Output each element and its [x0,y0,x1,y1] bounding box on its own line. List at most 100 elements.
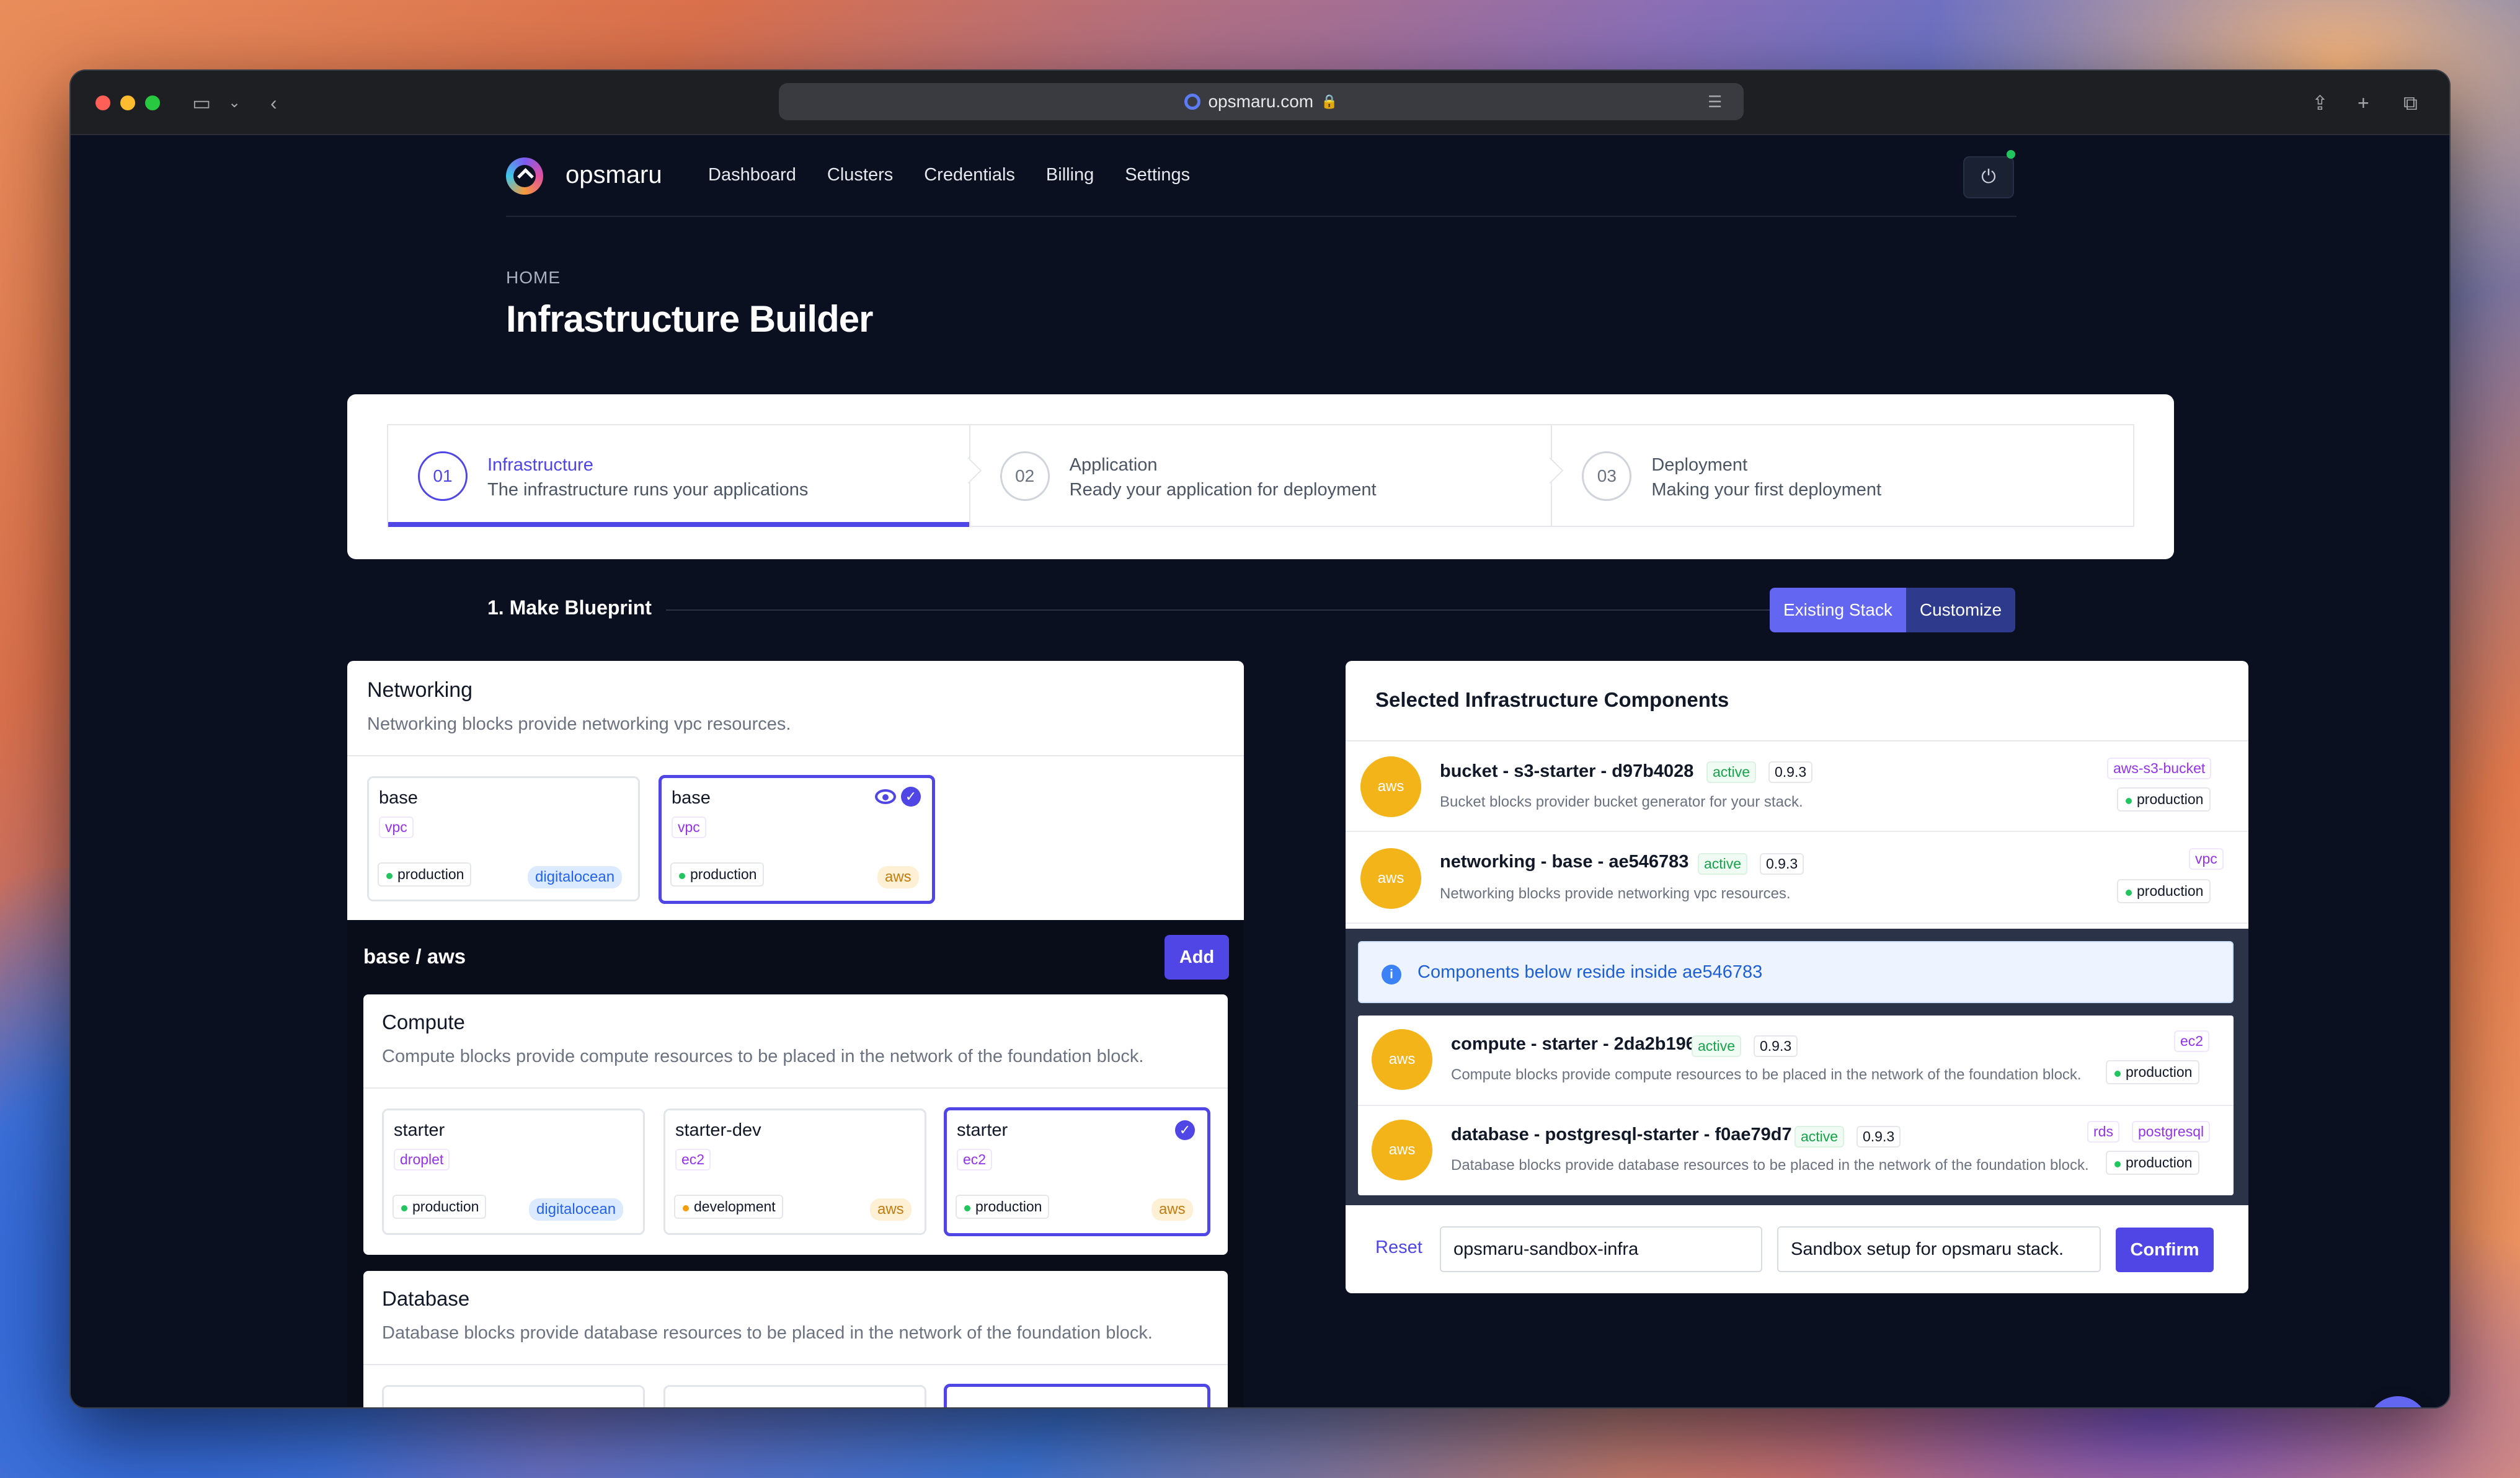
database-card-selected[interactable] [944,1384,1210,1407]
card-name: starter [394,1120,445,1140]
card-tag: vpc [379,816,414,838]
aws-avatar-icon: aws [1360,848,1421,909]
new-tab-icon[interactable]: + [2358,91,2369,115]
tab-overview-icon[interactable]: ⧉ [2403,91,2418,115]
nav-link-clusters[interactable]: Clusters [827,165,893,185]
env-badge: production [2117,879,2211,903]
share-icon[interactable]: ⇪ [2312,91,2328,115]
reader-mode-icon[interactable]: ☰ [1708,89,1722,114]
env-badge: production [670,862,765,887]
add-button[interactable]: Add [1165,935,1229,980]
component-title: networking - base - ae546783 [1440,852,1689,872]
database-card[interactable] [382,1385,645,1407]
nav-link-credentials[interactable]: Credentials [924,165,1015,185]
stack-name-input[interactable]: opsmaru-sandbox-infra [1440,1226,1762,1272]
env-badge: production [2106,1060,2200,1084]
breadcrumb[interactable]: HOME [506,268,561,288]
browser-titlebar: ▭ ⌄ ‹ opsmaru.com 🔒 ☰ ⇪ + ⧉ [71,71,2449,135]
compute-card-starter-dev-aws[interactable]: starter-dev ec2 development aws [663,1108,926,1235]
provider-badge: aws [1151,1198,1193,1221]
networking-card-base-digitalocean[interactable]: base vpc production digitalocean [367,776,640,901]
component-tag: aws-s3-bucket [2107,758,2212,779]
brand-name[interactable]: opsmaru [566,161,662,189]
component-row-bucket[interactable]: aws bucket - s3-starter - d97b4028 activ… [1346,741,2248,832]
divider [666,609,1833,611]
existing-stack-button[interactable]: Existing Stack [1770,588,1906,632]
nav-link-billing[interactable]: Billing [1046,165,1094,185]
confirm-bar: Reset opsmaru-sandbox-infra Sandbox setu… [1346,1206,2248,1293]
app-viewport: opsmaru Dashboard Clusters Credentials B… [71,135,2449,1407]
provider-badge: aws [877,866,919,888]
step-number: 02 [1000,451,1050,501]
step-application[interactable]: 02 Application Ready your application fo… [970,425,1564,526]
site-favicon-icon [1184,94,1201,110]
selected-check-icon: ✓ [901,787,921,807]
component-title: compute - starter - 2da2b196 [1451,1034,1696,1054]
selected-check-icon: ✓ [1175,1120,1195,1140]
info-icon: i [1382,965,1401,985]
component-tag: vpc [2189,848,2224,870]
compute-card-starter-digitalocean[interactable]: starter droplet production digitalocean [382,1108,645,1235]
step-title: Infrastructure [487,455,593,475]
component-tag: postgresql [2132,1121,2211,1143]
page-title: Infrastructure Builder [506,298,873,340]
selected-components-heading: Selected Infrastructure Components [1375,688,1729,711]
compute-description: Compute blocks provide compute resources… [382,1047,1144,1066]
zoom-window-button[interactable] [145,95,160,110]
database-card[interactable] [663,1385,926,1407]
card-tag: droplet [394,1149,450,1170]
chevron-down-icon[interactable]: ⌄ [228,91,241,115]
step-deployment[interactable]: 03 Deployment Making your first deployme… [1552,425,2133,526]
online-status-dot [2007,150,2015,159]
nav-links: Dashboard Clusters Credentials Billing S… [708,165,1190,185]
sidebar-toggle-icon[interactable]: ▭ [192,91,211,115]
env-badge: production [956,1195,1050,1219]
info-text: Components below reside inside ae546783 [1418,962,1763,982]
opsmaru-logo-icon[interactable] [506,157,543,195]
reset-button[interactable]: Reset [1375,1237,1422,1258]
step-infrastructure[interactable]: 01 Infrastructure The infrastructure run… [388,425,982,527]
step-subtitle: Ready your application for deployment [1069,480,1377,500]
confirm-button[interactable]: Confirm [2116,1228,2214,1272]
browser-window: ▭ ⌄ ‹ opsmaru.com 🔒 ☰ ⇪ + ⧉ opsmaru Dash… [69,69,2451,1409]
networking-card-base-aws[interactable]: base ✓ vpc production aws [659,775,935,904]
compute-card-starter-aws[interactable]: starter ✓ ec2 production aws [944,1107,1210,1236]
chat-support-icon[interactable] [2367,1396,2428,1407]
power-icon[interactable]: ⏻ [1963,156,2014,198]
progress-stepper: 01 Infrastructure The infrastructure run… [347,394,2174,559]
card-name: base [672,788,711,808]
provider-badge: digitalocean [529,1198,624,1221]
component-row-database[interactable]: aws database - postgresql-starter - f0ae… [1358,1106,2234,1195]
step-number: 01 [418,451,468,501]
preview-eye-icon[interactable] [875,789,896,804]
stack-description-input[interactable]: Sandbox setup for opsmaru stack. [1777,1226,2101,1272]
nav-link-settings[interactable]: Settings [1125,165,1190,185]
component-row-networking[interactable]: aws networking - base - ae546783 active … [1346,833,2248,924]
compute-section: Compute Compute blocks provide compute r… [363,994,1228,1255]
lock-icon: 🔒 [1321,94,1338,109]
blocks-panel: Networking Networking blocks provide net… [347,661,1244,1407]
version-badge: 0.9.3 [1760,853,1804,875]
version-badge: 0.9.3 [1857,1126,1901,1148]
card-name: base [379,788,418,808]
divider [347,755,1244,756]
networking-heading: Networking [367,678,473,702]
url-text: opsmaru.com [1208,92,1314,111]
env-badge: production [378,862,472,887]
customize-button[interactable]: Customize [1906,588,2016,632]
address-bar[interactable]: opsmaru.com 🔒 [779,83,1744,120]
minimize-window-button[interactable] [120,95,135,110]
component-row-compute[interactable]: aws compute - starter - 2da2b196 active … [1358,1016,2234,1106]
env-badge: production [2106,1151,2200,1175]
component-description: Compute blocks provide compute resources… [1451,1066,2082,1083]
networking-description: Networking blocks provide networking vpc… [367,714,791,734]
database-section: Database Database blocks provide databas… [363,1271,1228,1407]
close-window-button[interactable] [95,95,110,110]
component-description: Bucket blocks provider bucket generator … [1440,794,1803,810]
nav-link-dashboard[interactable]: Dashboard [708,165,796,185]
back-icon[interactable]: ‹ [270,91,277,115]
component-title: bucket - s3-starter - d97b4028 [1440,761,1694,781]
card-name: starter [957,1120,1008,1140]
component-description: Database blocks provide database resourc… [1451,1157,2089,1174]
provider-badge: aws [870,1198,912,1221]
